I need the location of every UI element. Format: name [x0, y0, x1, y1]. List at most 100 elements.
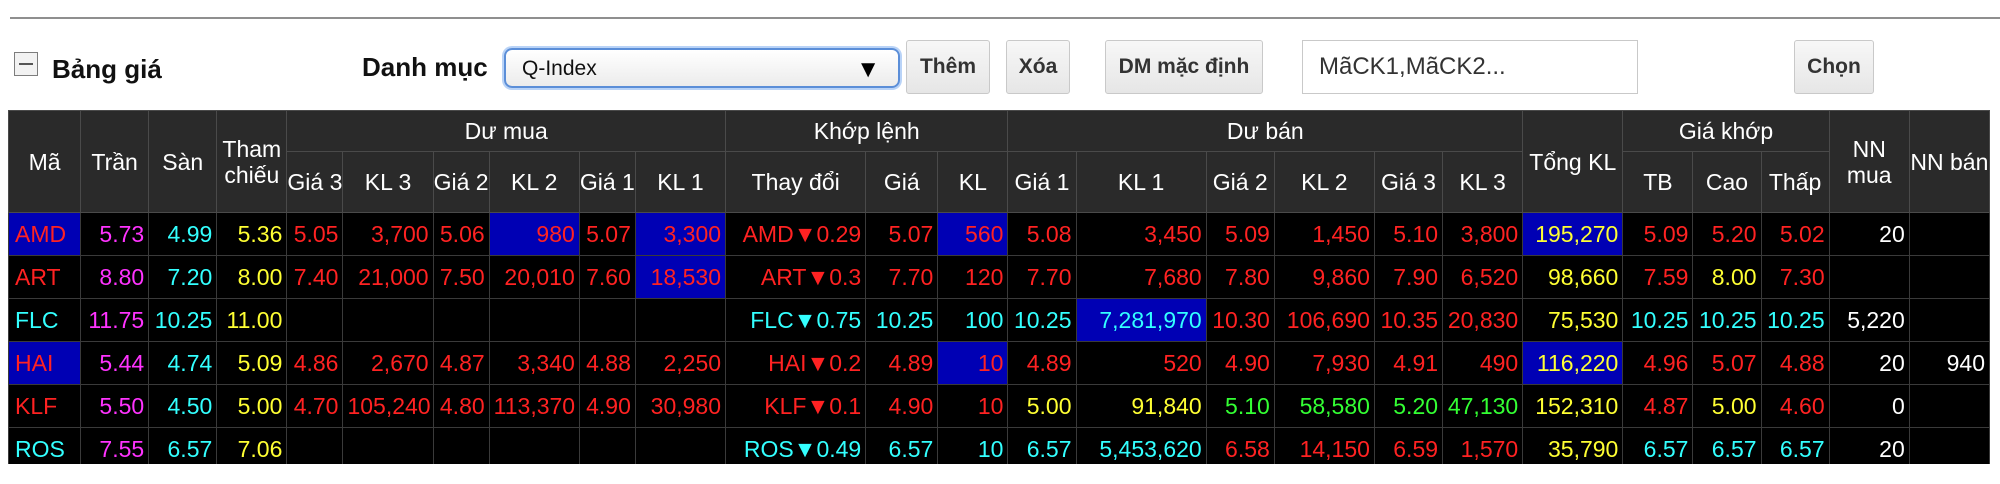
header-tran[interactable]: Trần	[80, 110, 150, 213]
cell-sell-vol3: 3,800	[1442, 212, 1524, 256]
cell-buy-vol2	[488, 298, 580, 342]
cell-reference: 5.09	[216, 341, 288, 385]
cell-buy-vol2: 113,370	[488, 384, 580, 428]
symbols-input[interactable]	[1302, 40, 1638, 94]
cell-buy-price3	[286, 427, 344, 464]
cell-ceiling: 5.73	[80, 212, 150, 256]
cell-avg: 4.96	[1622, 341, 1694, 385]
cell-symbol[interactable]: ROS	[8, 427, 82, 464]
cell-foreign-sell	[1908, 384, 1990, 428]
cell-buy-vol3: 105,240	[342, 384, 434, 428]
cell-symbol[interactable]: AMD	[8, 212, 82, 256]
cell-buy-vol1	[634, 298, 727, 342]
choose-button[interactable]: Chọn	[1794, 40, 1874, 94]
cell-sell-price2: 5.09	[1205, 212, 1275, 256]
cell-reference: 8.00	[216, 255, 288, 299]
header-san[interactable]: Sàn	[148, 110, 218, 213]
cell-change: HAI▼0.2	[725, 341, 867, 385]
category-select-value: Q-Index	[522, 57, 597, 80]
header-match-kl: KL	[937, 151, 1009, 213]
cell-sell-vol2: 58,580	[1273, 384, 1375, 428]
cell-avg: 4.87	[1622, 384, 1694, 428]
cell-low: 5.02	[1760, 212, 1830, 256]
header-nn-mua[interactable]: NN mua	[1828, 110, 1910, 213]
cell-buy-price2: 4.87	[432, 341, 490, 385]
cell-change: FLC▼0.75	[725, 298, 867, 342]
cell-foreign-sell	[1908, 298, 1990, 342]
cell-match-vol: 10	[937, 384, 1009, 428]
cell-buy-price3: 5.05	[286, 212, 344, 256]
cell-buy-price3: 7.40	[286, 255, 344, 299]
cell-buy-price1: 7.60	[578, 255, 636, 299]
delete-button[interactable]: Xóa	[1006, 40, 1070, 94]
table-row[interactable]: AMD 5.73 4.99 5.36 5.05 3,700 5.06 980 5…	[8, 212, 1990, 256]
cell-match-vol: 560	[937, 212, 1009, 256]
table-row[interactable]: HAI 5.44 4.74 5.09 4.86 2,670 4.87 3,340…	[8, 341, 1990, 385]
header-khop-lenh: Khớp lệnh	[725, 110, 1009, 152]
cell-sell-price2: 4.90	[1205, 341, 1275, 385]
header-nn-ban[interactable]: NN bán	[1908, 110, 1990, 213]
cell-buy-vol2: 980	[488, 212, 580, 256]
cell-sell-vol3: 490	[1442, 341, 1524, 385]
cell-total-vol: 35,790	[1522, 427, 1624, 464]
cell-ceiling: 7.55	[80, 427, 150, 464]
cell-ceiling: 5.44	[80, 341, 150, 385]
cell-buy-vol1: 2,250	[634, 341, 727, 385]
cell-low: 10.25	[1760, 298, 1830, 342]
section-header: Bảng giá Danh mục Q-Index ▼ Thêm Xóa DM …	[0, 40, 2000, 104]
cell-sell-vol3: 20,830	[1442, 298, 1524, 342]
table-row[interactable]: FLC 11.75 10.25 11.00 FLC▼0.75 10.25 100…	[8, 298, 1990, 342]
cell-total-vol: 116,220	[1522, 341, 1624, 385]
cell-symbol[interactable]: HAI	[8, 341, 82, 385]
add-button[interactable]: Thêm	[906, 40, 990, 94]
cell-symbol[interactable]: KLF	[8, 384, 82, 428]
header-gia-khop: Giá khớp	[1622, 110, 1830, 152]
cell-avg: 6.57	[1622, 427, 1694, 464]
cell-sell-vol3: 6,520	[1442, 255, 1524, 299]
cell-sell-vol1: 7,680	[1075, 255, 1207, 299]
cell-total-vol: 152,310	[1522, 384, 1624, 428]
cell-match-vol: 10	[937, 427, 1009, 464]
cell-symbol[interactable]: FLC	[8, 298, 82, 342]
cell-avg: 7.59	[1622, 255, 1694, 299]
cell-foreign-sell	[1908, 255, 1990, 299]
table-row[interactable]: ROS 7.55 6.57 7.06 ROS▼0.49 6.57 10 6.57…	[8, 427, 1990, 464]
header-sell-gia3: Giá 3	[1373, 151, 1444, 213]
cell-sell-price3: 5.20	[1373, 384, 1444, 428]
cell-reference: 5.00	[216, 384, 288, 428]
cell-sell-price3: 10.35	[1373, 298, 1444, 342]
cell-sell-vol3: 1,570	[1442, 427, 1524, 464]
header-tong-kl[interactable]: Tổng KL	[1522, 110, 1624, 213]
default-list-button[interactable]: DM mặc định	[1105, 40, 1263, 94]
cell-sell-price2: 10.30	[1205, 298, 1275, 342]
cell-floor: 4.99	[148, 212, 218, 256]
cell-match-price: 7.70	[865, 255, 939, 299]
cell-low: 4.88	[1760, 341, 1830, 385]
cell-sell-price1: 4.89	[1007, 341, 1077, 385]
header-sell-kl2: KL 2	[1273, 151, 1375, 213]
dropdown-arrow-icon[interactable]: ▼	[856, 56, 880, 84]
cell-sell-price3: 5.10	[1373, 212, 1444, 256]
cell-sell-vol1: 5,453,620	[1075, 427, 1207, 464]
cell-sell-vol2: 1,450	[1273, 212, 1375, 256]
cell-buy-vol3	[342, 298, 434, 342]
header-tb: TB	[1622, 151, 1694, 213]
cell-sell-vol1: 91,840	[1075, 384, 1207, 428]
table-row[interactable]: ART 8.80 7.20 8.00 7.40 21,000 7.50 20,0…	[8, 255, 1990, 299]
cell-buy-price3: 4.86	[286, 341, 344, 385]
cell-change: ROS▼0.49	[725, 427, 867, 464]
header-ma[interactable]: Mã	[8, 110, 82, 213]
collapse-icon[interactable]	[14, 52, 38, 76]
cell-buy-price2: 7.50	[432, 255, 490, 299]
top-divider	[10, 17, 2000, 19]
cell-high: 8.00	[1692, 255, 1762, 299]
cell-sell-vol2: 106,690	[1273, 298, 1375, 342]
category-select[interactable]: Q-Index ▼	[504, 48, 900, 88]
cell-buy-vol1: 18,530	[634, 255, 727, 299]
cell-symbol[interactable]: ART	[8, 255, 82, 299]
cell-change: AMD▼0.29	[725, 212, 867, 256]
table-row[interactable]: KLF 5.50 4.50 5.00 4.70 105,240 4.80 113…	[8, 384, 1990, 428]
cell-sell-price3: 7.90	[1373, 255, 1444, 299]
cell-buy-price2	[432, 298, 490, 342]
header-tham-chieu[interactable]: Tham chiếu	[216, 110, 288, 213]
